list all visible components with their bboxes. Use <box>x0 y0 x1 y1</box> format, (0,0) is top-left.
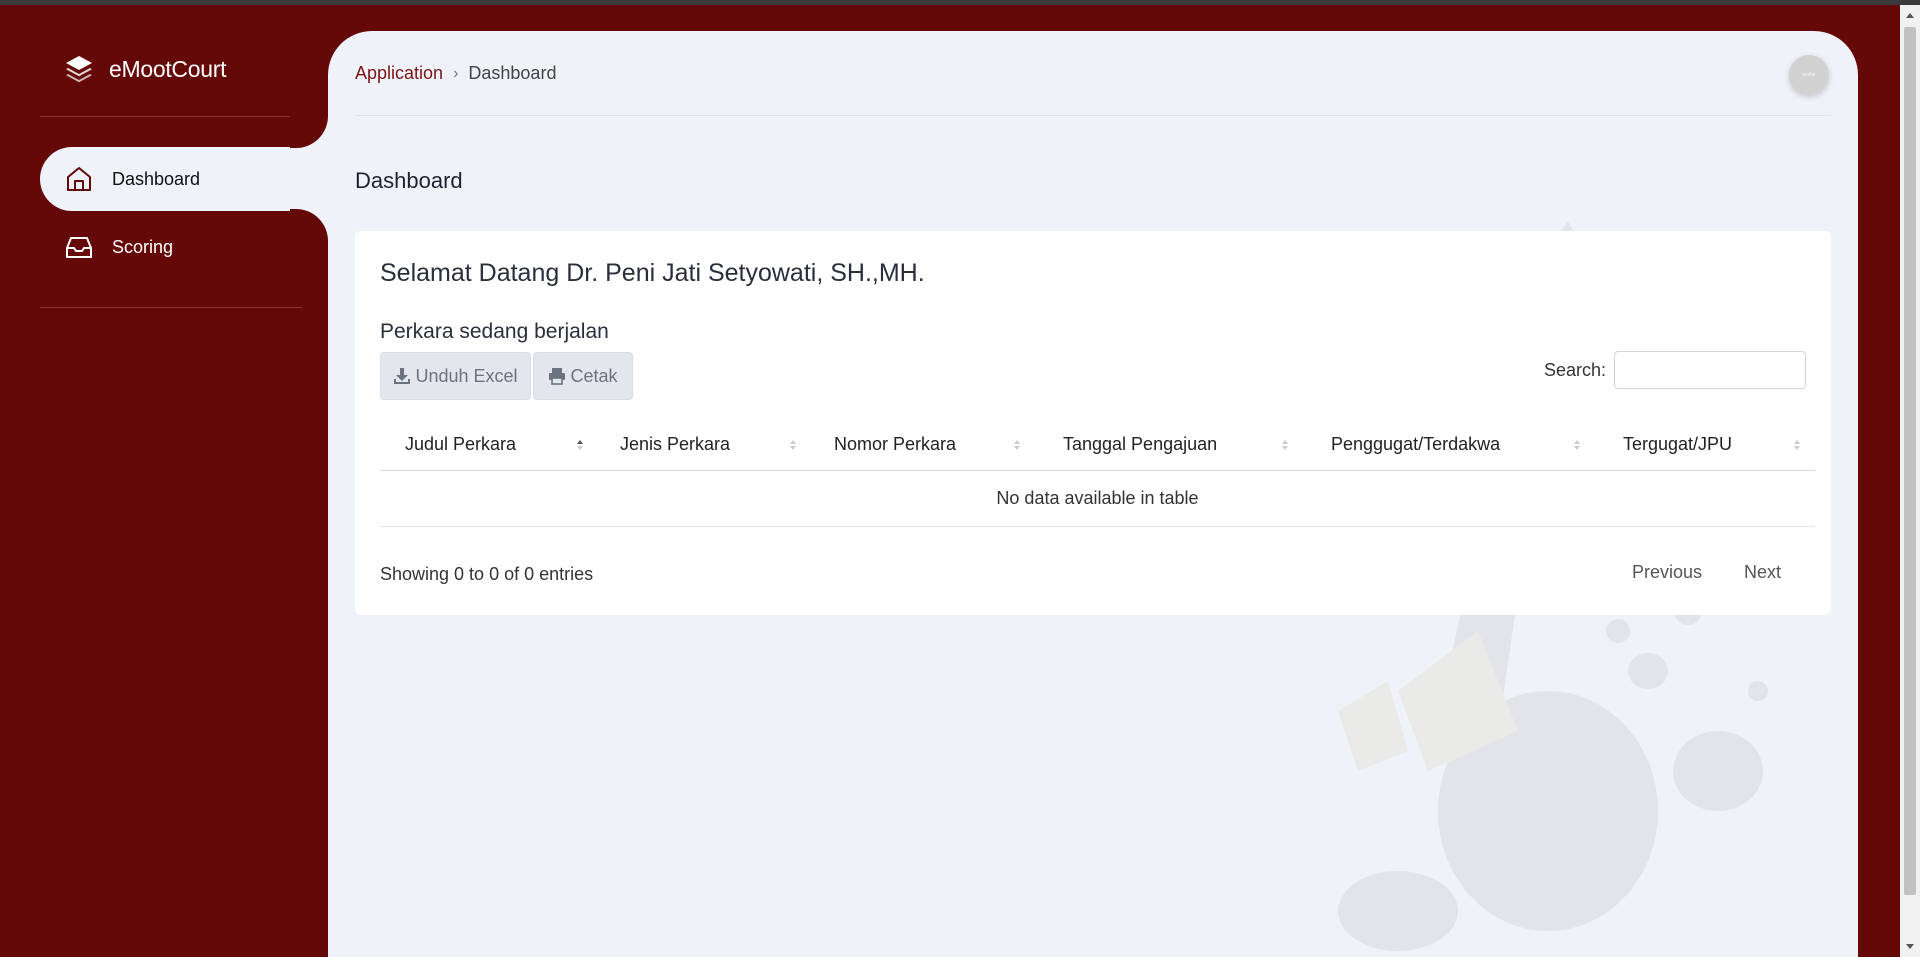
page-scrollbar[interactable] <box>1900 5 1920 957</box>
sidebar: eMootCourt Dashboard Scoring <box>0 5 328 957</box>
breadcrumb-current: Dashboard <box>468 63 557 83</box>
sidebar-divider <box>40 116 302 117</box>
welcome-heading: Selamat Datang Dr. Peni Jati Setyowati, … <box>380 259 925 287</box>
avatar[interactable]: avatar <box>1789 55 1829 95</box>
sort-icon <box>1280 418 1290 471</box>
layers-icon <box>63 53 95 85</box>
sidebar-item-scoring[interactable]: Scoring <box>40 215 328 279</box>
topbar: Application › Dashboard avatar <box>355 31 1831 116</box>
avatar-alt-text: avatar <box>1802 72 1816 78</box>
sort-icon <box>1792 418 1802 471</box>
sidebar-item-label: Scoring <box>112 236 174 257</box>
inbox-icon <box>64 232 94 262</box>
printer-icon <box>548 367 566 385</box>
pagination: Previous Next <box>1632 562 1781 583</box>
print-button[interactable]: Cetak <box>533 352 633 400</box>
breadcrumb: Application › Dashboard <box>355 63 556 84</box>
section-subtitle: Perkara sedang berjalan <box>380 320 609 343</box>
sort-icon <box>1572 418 1582 471</box>
table-empty-row: No data available in table <box>380 471 1815 527</box>
column-header-jenis-perkara[interactable]: Jenis Perkara <box>620 418 730 471</box>
table-search: Search: <box>1544 351 1806 389</box>
cases-table: Judul Perkara Jenis Perkara Nomor Perkar… <box>380 418 1815 527</box>
print-label: Cetak <box>570 365 618 386</box>
column-header-penggugat-terdakwa[interactable]: Penggugat/Terdakwa <box>1331 418 1500 471</box>
brand[interactable]: eMootCourt <box>63 53 226 85</box>
column-header-tanggal-pengajuan[interactable]: Tanggal Pengajuan <box>1063 418 1217 471</box>
search-input[interactable] <box>1614 351 1806 389</box>
search-label: Search: <box>1543 359 1606 380</box>
sidebar-item-label: Dashboard <box>112 168 201 189</box>
sidebar-divider <box>40 307 302 308</box>
active-tab-curve <box>290 209 328 241</box>
brand-title: eMootCourt <box>109 55 227 82</box>
page-title: Dashboard <box>355 168 463 193</box>
pagination-next[interactable]: Next <box>1744 562 1781 583</box>
home-icon <box>64 164 94 194</box>
scroll-down-icon[interactable] <box>1906 944 1914 949</box>
dashboard-card: Selamat Datang Dr. Peni Jati Setyowati, … <box>355 231 1831 615</box>
sort-icon <box>1012 418 1022 471</box>
chevron-right-icon: › <box>453 64 459 82</box>
scrollbar-thumb[interactable] <box>1904 27 1916 895</box>
export-excel-button[interactable]: Unduh Excel <box>380 352 531 400</box>
sidebar-item-dashboard[interactable]: Dashboard <box>40 147 328 211</box>
column-header-judul-perkara[interactable]: Judul Perkara <box>405 418 516 471</box>
pagination-previous[interactable]: Previous <box>1632 562 1702 583</box>
main-panel: Application › Dashboard avatar Dashboard… <box>328 31 1858 957</box>
table-header: Judul Perkara Jenis Perkara Nomor Perkar… <box>380 418 1815 471</box>
download-icon <box>393 367 411 385</box>
scroll-up-icon[interactable] <box>1906 13 1914 18</box>
breadcrumb-link-application[interactable]: Application <box>355 63 443 84</box>
export-excel-label: Unduh Excel <box>415 365 518 386</box>
sort-icon <box>575 418 585 471</box>
table-info: Showing 0 to 0 of 0 entries <box>380 564 594 584</box>
column-header-nomor-perkara[interactable]: Nomor Perkara <box>834 418 956 471</box>
column-header-tergugat-jpu[interactable]: Tergugat/JPU <box>1623 418 1732 471</box>
active-tab-curve <box>290 116 328 148</box>
sort-icon <box>788 418 798 471</box>
